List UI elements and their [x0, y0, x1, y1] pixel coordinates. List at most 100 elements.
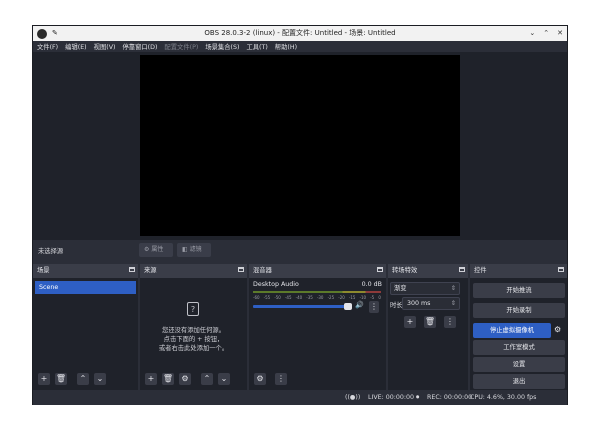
scenes-toolbar: + 🗑 ⌃ ⌄	[33, 371, 138, 387]
duration-spinbox[interactable]: 300 ms ⇕	[402, 297, 460, 310]
controls-body: 开始推流 开始录制 停止虚拟摄像机 ⚙ 工作室模式 设置 退出	[470, 278, 567, 390]
scale-tick: -25	[327, 295, 335, 300]
scale-tick: -20	[338, 295, 345, 300]
move-up-icon[interactable]: ⌃	[77, 373, 89, 385]
live-time: LIVE: 00:00:00	[368, 394, 415, 401]
scale-tick: -60	[253, 295, 260, 300]
mixer-header: 混音器	[249, 264, 386, 278]
speaker-icon[interactable]: 🔊	[355, 301, 364, 309]
undock-icon[interactable]	[377, 267, 383, 272]
volume-meter	[253, 291, 381, 293]
transitions-body: 渐变 ⇕ 时长 300 ms ⇕ + 🗑 ⋮	[388, 278, 468, 390]
menu-tools[interactable]: 工具(T)	[246, 42, 267, 51]
scenes-title: 场景	[37, 267, 50, 274]
mixer-dock: 混音器 Desktop Audio 0.0 dB -60 -55 -50 -45…	[249, 264, 386, 390]
filter-icon: ◧	[182, 246, 188, 253]
window-title: OBS 28.0.3-2 (linux) - 配置文件: Untitled - …	[204, 29, 396, 37]
exit-button[interactable]: 退出	[473, 374, 565, 389]
trash-icon[interactable]: 🗑	[55, 373, 67, 385]
obs-window: ✎ OBS 28.0.3-2 (linux) - 配置文件: Untitled …	[32, 25, 568, 405]
scale-tick: -35	[306, 295, 313, 300]
source-toolbar: 未选择源 ⚙ 属性 ◧ 滤镜	[33, 240, 567, 260]
title-bar: ✎ OBS 28.0.3-2 (linux) - 配置文件: Untitled …	[33, 26, 567, 41]
menu-file[interactable]: 文件(F)	[37, 42, 58, 51]
sources-list[interactable]: ? 您还没有添加任何源。 点击下面的 + 按钮， 或者右击此处添加一个。 + 🗑…	[140, 278, 247, 390]
menu-profile[interactable]: 配置文件(P)	[164, 42, 198, 51]
gear-icon: ⚙	[144, 246, 150, 253]
controls-dock: 控件 开始推流 开始录制 停止虚拟摄像机 ⚙ 工作室模式 设置 退出	[470, 264, 567, 390]
gear-icon[interactable]: ⚙	[554, 325, 561, 334]
add-icon[interactable]: +	[38, 373, 50, 385]
advanced-audio-icon[interactable]: ⚙	[254, 373, 266, 385]
scale-tick: -40	[295, 295, 303, 300]
menu-bar: 文件(F) 编辑(E) 视图(V) 停靠窗口(D) 配置文件(P) 场景集合(S…	[33, 41, 567, 52]
stop-virtual-camera-button[interactable]: 停止虚拟摄像机	[473, 323, 551, 338]
minimize-icon[interactable]: ⌄	[529, 26, 535, 41]
transitions-header: 转场特效	[388, 264, 468, 278]
scale-tick: 0	[378, 295, 381, 300]
start-streaming-button[interactable]: 开始推流	[473, 283, 565, 298]
menu-scene-collection[interactable]: 场景集合(S)	[205, 42, 239, 51]
transition-select[interactable]: 渐变 ⇕	[390, 282, 460, 295]
maximize-icon[interactable]: ⌃	[543, 26, 549, 41]
scale-tick: -50	[274, 295, 281, 300]
status-bar: ((●)) LIVE: 00:00:00 ⏺ REC: 00:00:00 CPU…	[33, 391, 567, 405]
chevron-updown-icon: ⇕	[450, 285, 456, 292]
scale-tick: -30	[316, 295, 324, 300]
menu-edit[interactable]: 编辑(E)	[65, 42, 87, 51]
close-icon[interactable]: ✕	[557, 26, 563, 41]
move-up-icon[interactable]: ⌃	[201, 373, 213, 385]
properties-button[interactable]: ⚙ 属性	[139, 243, 173, 257]
filters-button[interactable]: ◧ 滤镜	[177, 243, 211, 257]
question-icon: ?	[187, 302, 199, 316]
duration-value: 300 ms	[407, 300, 431, 307]
move-down-icon[interactable]: ⌄	[94, 373, 106, 385]
spin-arrows-icon[interactable]: ⇕	[451, 298, 456, 310]
transition-value: 渐变	[394, 285, 407, 292]
menu-help[interactable]: 帮助(H)	[275, 42, 297, 51]
menu-docks[interactable]: 停靠窗口(D)	[122, 42, 157, 51]
undock-icon[interactable]	[558, 267, 564, 272]
mixer-body: Desktop Audio 0.0 dB -60 -55 -50 -45 -40…	[249, 278, 386, 390]
mixer-toolbar: ⚙ ⋮	[249, 371, 386, 387]
undock-icon[interactable]	[459, 267, 465, 272]
more-options-icon[interactable]: ⋮	[369, 301, 379, 313]
volume-slider-handle[interactable]	[344, 303, 352, 310]
trash-icon[interactable]: 🗑	[424, 316, 436, 328]
controls-title: 控件	[474, 267, 487, 274]
more-options-icon[interactable]: ⋮	[275, 373, 287, 385]
settings-button[interactable]: 设置	[473, 357, 565, 372]
duration-label: 时长	[390, 302, 403, 309]
move-down-icon[interactable]: ⌄	[218, 373, 230, 385]
track-name: Desktop Audio	[253, 281, 299, 288]
studio-mode-button[interactable]: 工作室模式	[473, 340, 565, 355]
more-options-icon[interactable]: ⋮	[444, 316, 456, 328]
cpu-fps: CPU: 4.6%, 30.00 fps	[470, 394, 537, 401]
sources-dock: 来源 ? 您还没有添加任何源。 点击下面的 + 按钮， 或者右击此处添加一个。 …	[140, 264, 247, 390]
menu-view[interactable]: 视图(V)	[94, 42, 116, 51]
scenes-list: Scene + 🗑 ⌃ ⌄	[33, 278, 138, 390]
rec-time: REC: 00:00:00	[427, 394, 473, 401]
obs-logo-icon	[37, 28, 47, 39]
preview-canvas[interactable]	[140, 55, 460, 236]
pin-icon[interactable]: ✎	[52, 26, 58, 41]
filters-label: 滤镜	[189, 246, 202, 253]
sources-title: 来源	[144, 267, 157, 274]
start-recording-button[interactable]: 开始录制	[473, 303, 565, 318]
track-db: 0.0 dB	[361, 281, 382, 288]
transitions-title: 转场特效	[392, 267, 418, 274]
add-icon[interactable]: +	[145, 373, 157, 385]
properties-label: 属性	[151, 246, 164, 253]
scene-item[interactable]: Scene	[35, 281, 136, 294]
sources-toolbar: + 🗑 ⚙ ⌃ ⌄	[140, 371, 247, 387]
scenes-dock: 场景 Scene + 🗑 ⌃ ⌄	[33, 264, 138, 390]
undock-icon[interactable]	[238, 267, 244, 272]
gear-icon[interactable]: ⚙	[179, 373, 191, 385]
trash-icon[interactable]: 🗑	[162, 373, 174, 385]
scenes-header: 场景	[33, 264, 138, 278]
volume-slider[interactable]	[253, 305, 349, 308]
undock-icon[interactable]	[129, 267, 135, 272]
preview-area	[33, 52, 567, 240]
add-icon[interactable]: +	[404, 316, 416, 328]
transitions-dock: 转场特效 渐变 ⇕ 时长 300 ms ⇕ + 🗑 ⋮	[388, 264, 468, 390]
